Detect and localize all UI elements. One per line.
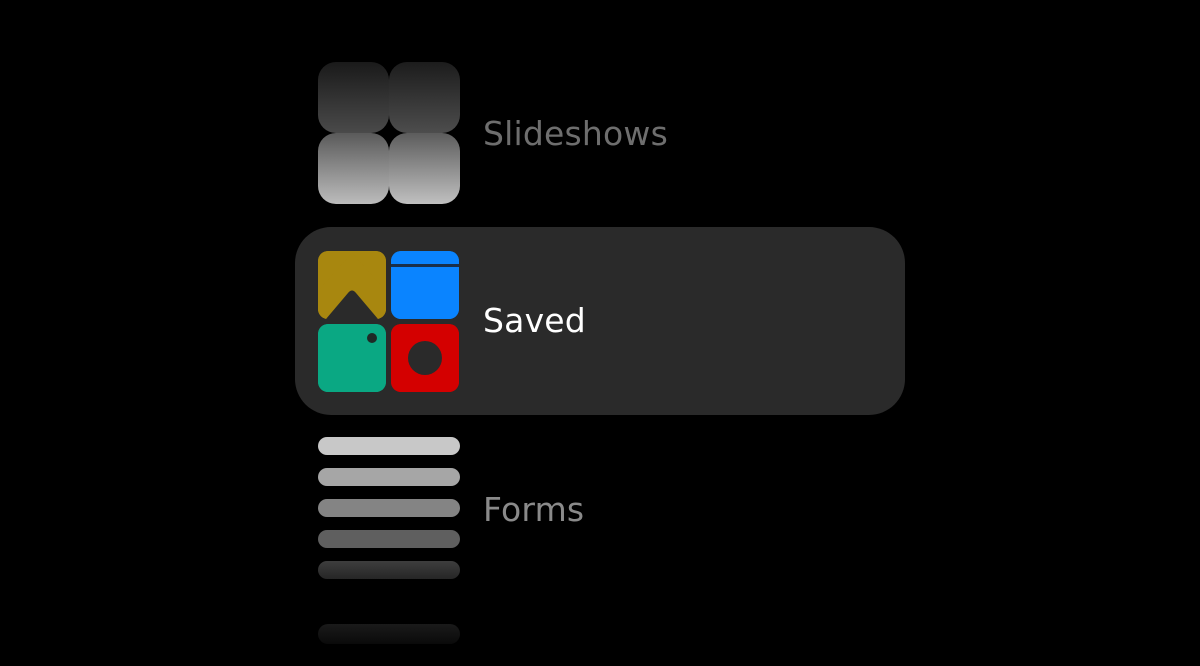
camera-icon bbox=[391, 324, 459, 392]
grid-tile bbox=[318, 133, 389, 204]
menu-item-slideshows[interactable]: Slideshows bbox=[295, 62, 905, 204]
form-line bbox=[318, 437, 460, 455]
form-line bbox=[318, 530, 460, 548]
form-line bbox=[318, 468, 460, 486]
menu-item-label: Slideshows bbox=[483, 114, 669, 153]
slideshows-grid-icon bbox=[318, 62, 460, 204]
forms-lines-icon bbox=[318, 437, 460, 587]
browser-icon bbox=[391, 251, 459, 319]
next-item-fade bbox=[318, 624, 460, 644]
photos-icon bbox=[318, 251, 386, 319]
form-line bbox=[318, 561, 460, 579]
grid-tile bbox=[318, 62, 389, 133]
menu-item-saved[interactable]: Saved bbox=[295, 227, 905, 415]
form-line bbox=[318, 499, 460, 517]
grid-tile bbox=[389, 62, 460, 133]
menu-item-forms[interactable]: Forms bbox=[295, 437, 905, 587]
menu-item-label: Forms bbox=[483, 490, 585, 529]
notes-icon bbox=[318, 324, 386, 392]
menu-stage: Slideshows Saved Forms bbox=[0, 0, 1200, 666]
grid-tile bbox=[389, 133, 460, 204]
menu-item-label: Saved bbox=[483, 301, 586, 340]
